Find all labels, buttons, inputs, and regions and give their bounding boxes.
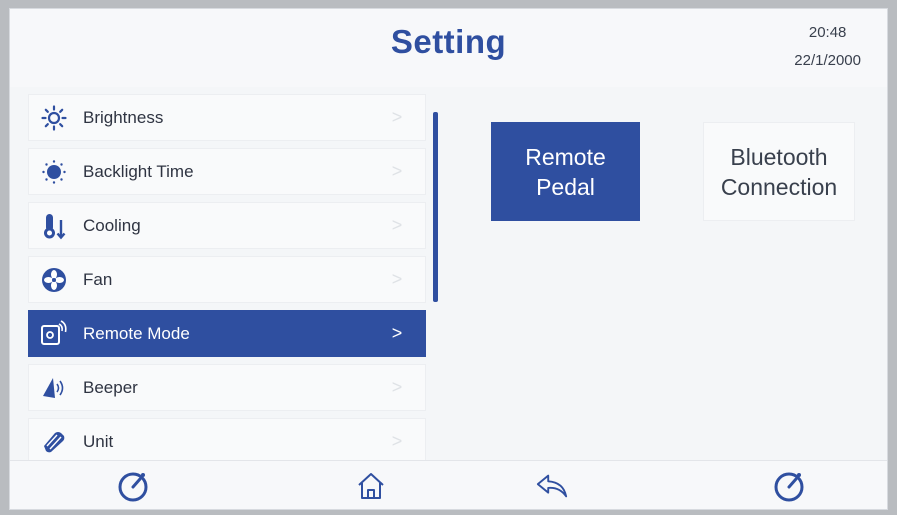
chevron-right-icon: > — [391, 107, 403, 127]
cooling-thermometer-icon — [39, 211, 69, 241]
fan-icon — [39, 265, 69, 295]
settings-menu: Brightness > Backlight Time > Cooling > … — [28, 94, 426, 472]
clock: 20:48 22/1/2000 — [794, 19, 861, 75]
chevron-right-icon: > — [391, 323, 403, 343]
remote-pedal-button[interactable]: Remote Pedal — [491, 122, 640, 221]
menu-item-label: Brightness — [83, 107, 164, 127]
menu-item-label: Beeper — [83, 377, 138, 397]
button-label-line1: Bluetooth — [730, 143, 828, 170]
back-icon[interactable] — [535, 469, 569, 503]
brightness-icon — [39, 103, 69, 133]
timer-dial-icon[interactable] — [116, 469, 150, 503]
menu-item-label: Fan — [83, 269, 113, 289]
menu-item-label: Cooling — [83, 215, 141, 235]
menu-item-unit[interactable]: Unit > — [28, 418, 426, 465]
button-label-line1: Remote — [525, 143, 606, 170]
unit-tag-icon — [39, 427, 69, 457]
speaker-icon — [39, 373, 69, 403]
scrollbar-thumb[interactable] — [433, 112, 438, 302]
menu-item-cooling[interactable]: Cooling > — [28, 202, 426, 249]
bluetooth-connection-button[interactable]: Bluetooth Connection — [703, 122, 855, 221]
remote-signal-icon — [39, 319, 69, 349]
menu-item-label: Backlight Time — [83, 161, 194, 181]
menu-item-backlight-time[interactable]: Backlight Time > — [28, 148, 426, 195]
backlight-icon — [39, 157, 69, 187]
menu-item-beeper[interactable]: Beeper > — [28, 364, 426, 411]
menu-item-label: Unit — [83, 431, 114, 451]
chevron-right-icon: > — [391, 215, 403, 235]
menu-item-brightness[interactable]: Brightness > — [28, 94, 426, 141]
clock-time: 20:48 — [808, 24, 847, 41]
home-icon[interactable] — [354, 469, 388, 503]
header: Setting 20:48 22/1/2000 — [10, 9, 887, 87]
menu-item-fan[interactable]: Fan > — [28, 256, 426, 303]
chevron-right-icon: > — [391, 431, 403, 451]
bottom-nav-bar — [10, 460, 887, 509]
chevron-right-icon: > — [391, 269, 403, 289]
clock-date: 22/1/2000 — [794, 52, 861, 69]
menu-item-label: Remote Mode — [83, 323, 190, 343]
page-title: Setting — [390, 23, 507, 60]
button-label-line2: Connection — [720, 173, 838, 200]
timer-dial-icon[interactable] — [772, 469, 806, 503]
menu-scrollbar[interactable] — [433, 112, 438, 302]
menu-item-remote-mode[interactable]: Remote Mode > — [28, 310, 426, 357]
chevron-right-icon: > — [391, 161, 403, 181]
chevron-right-icon: > — [391, 377, 403, 397]
settings-screen: Setting 20:48 22/1/2000 Brightness > Bac… — [9, 8, 888, 510]
button-label-line2: Pedal — [536, 173, 595, 200]
